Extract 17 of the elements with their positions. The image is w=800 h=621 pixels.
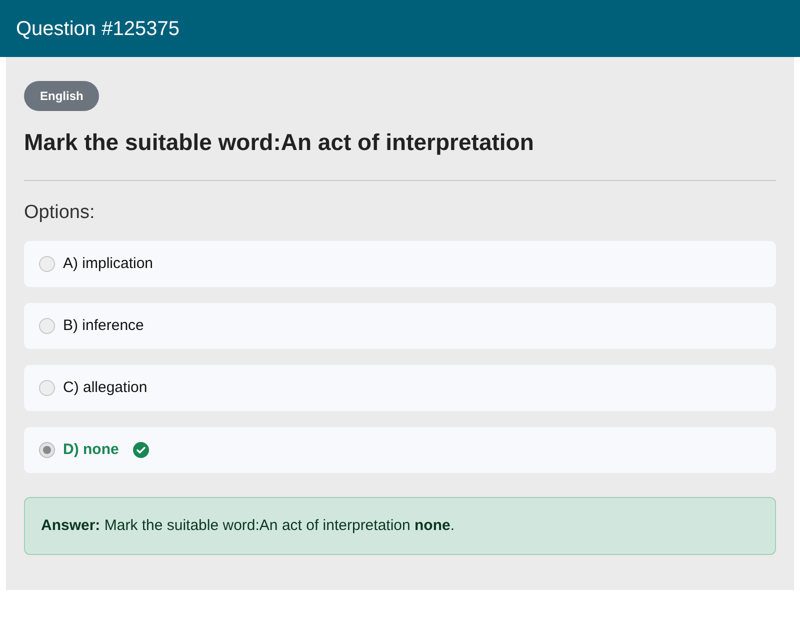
option-row[interactable]: D) none bbox=[24, 427, 776, 473]
options-heading: Options: bbox=[24, 200, 96, 224]
question-text: Mark the suitable word:An act of interpretation bbox=[24, 128, 535, 157]
option-row[interactable]: C) allegation bbox=[24, 365, 776, 411]
radio-button[interactable] bbox=[39, 318, 55, 334]
option-label: C) allegation bbox=[63, 378, 148, 398]
option-row[interactable]: A) implication bbox=[24, 241, 776, 287]
option-row[interactable]: B) inference bbox=[24, 303, 776, 349]
page-title: Question #125375 bbox=[16, 16, 180, 42]
language-tag: English bbox=[24, 81, 100, 111]
answer-text: Answer: Mark the suitable word:An act of interpretation none. bbox=[41, 516, 455, 536]
option-label: D) none bbox=[63, 440, 119, 460]
radio-button[interactable] bbox=[39, 380, 55, 396]
option-label: A) implication bbox=[63, 254, 154, 274]
option-label: B) inference bbox=[63, 316, 144, 336]
radio-button[interactable] bbox=[39, 256, 55, 272]
radio-button[interactable] bbox=[39, 442, 55, 458]
